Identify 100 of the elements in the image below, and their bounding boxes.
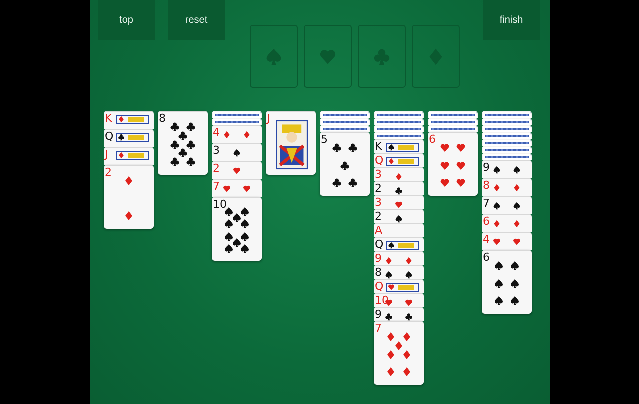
playing-card[interactable]: 7: [212, 179, 262, 197]
spade-icon: [510, 261, 520, 272]
card-back[interactable]: [482, 111, 532, 118]
club-icon: [332, 143, 342, 154]
spade-icon: [494, 278, 504, 288]
game-button[interactable]: top: [98, 0, 155, 40]
face-card-picture: [276, 120, 308, 170]
card-rank: 9: [375, 253, 382, 265]
card-back[interactable]: [428, 111, 478, 118]
spade-icon: [388, 144, 395, 151]
game-button[interactable]: reset: [168, 0, 225, 40]
card-back[interactable]: [320, 111, 370, 118]
playing-card[interactable]: 9: [482, 160, 532, 178]
heart-icon: [513, 238, 521, 246]
playing-card[interactable]: 6: [482, 250, 532, 314]
playing-card[interactable]: 7: [374, 321, 424, 385]
spade-icon: [493, 202, 501, 210]
card-back[interactable]: [482, 132, 532, 139]
playing-card[interactable]: 2: [104, 165, 154, 229]
club-icon: [186, 140, 196, 150]
spade-icon: [513, 166, 521, 174]
card-back[interactable]: [374, 111, 424, 118]
playing-card[interactable]: J: [104, 147, 154, 165]
spade-icon: [513, 202, 521, 210]
heart-icon: [388, 284, 395, 291]
card-back[interactable]: [482, 118, 532, 125]
card-rank: 7: [213, 181, 220, 193]
playing-card[interactable]: 4: [482, 232, 532, 250]
diamond-icon: [402, 332, 412, 342]
spade-icon: [224, 232, 234, 242]
card-back[interactable]: [374, 118, 424, 125]
card-back[interactable]: [482, 153, 532, 160]
card-back[interactable]: [212, 111, 262, 118]
playing-card[interactable]: 9: [374, 307, 424, 321]
club-icon: [186, 156, 196, 167]
heart-icon: [223, 185, 231, 193]
card-back[interactable]: [482, 125, 532, 132]
card-rank: Q: [375, 239, 384, 251]
playing-card[interactable]: 2: [374, 209, 424, 223]
card-back[interactable]: [374, 132, 424, 139]
playing-card[interactable]: 3: [212, 143, 262, 161]
playing-card[interactable]: 3: [374, 195, 424, 209]
club-icon: [340, 160, 350, 170]
card-back[interactable]: [320, 118, 370, 125]
card-rank: 2: [105, 167, 112, 179]
playing-card[interactable]: K: [374, 139, 424, 153]
card-rank: 7: [483, 198, 490, 210]
card-back[interactable]: [374, 125, 424, 132]
club-icon: [395, 187, 403, 195]
card-back[interactable]: [482, 139, 532, 146]
playing-card[interactable]: 5: [320, 132, 370, 196]
heart-icon: [440, 143, 450, 154]
playing-card[interactable]: A: [374, 223, 424, 237]
spade-icon: [240, 244, 250, 254]
card-rank: 3: [375, 197, 382, 209]
heart-icon: [493, 238, 501, 246]
playing-card[interactable]: 2: [374, 181, 424, 195]
club-icon: [385, 313, 393, 321]
playing-card[interactable]: Q: [374, 237, 424, 251]
playing-card[interactable]: 2: [212, 161, 262, 179]
diamond-icon: [243, 131, 251, 139]
playing-card[interactable]: 8: [158, 111, 208, 175]
card-back[interactable]: [428, 118, 478, 125]
card-back[interactable]: [428, 125, 478, 132]
heart-icon: [456, 178, 466, 188]
card-back[interactable]: [320, 125, 370, 132]
card-rank: 6: [483, 252, 490, 264]
diamond-icon: [493, 220, 501, 228]
playing-card[interactable]: 4: [212, 125, 262, 143]
club-icon: [348, 143, 358, 154]
spade-icon: [240, 219, 250, 230]
diamond-icon: [513, 184, 521, 192]
playing-card[interactable]: 9: [374, 251, 424, 265]
playing-card[interactable]: 6: [428, 132, 478, 196]
diamond-icon: [402, 366, 412, 377]
playing-card[interactable]: 8: [374, 265, 424, 279]
heart-icon: [405, 299, 413, 307]
card-back[interactable]: [212, 118, 262, 125]
playing-card[interactable]: J: [266, 111, 316, 175]
card-back[interactable]: [482, 146, 532, 153]
playing-card[interactable]: Q: [374, 279, 424, 293]
playing-card[interactable]: K: [104, 111, 154, 129]
playing-card[interactable]: 8: [482, 178, 532, 196]
card-rank: 2: [213, 163, 220, 175]
playing-card[interactable]: 3: [374, 167, 424, 181]
playing-card[interactable]: Q: [374, 153, 424, 167]
heart-icon: [243, 185, 251, 193]
diamond-icon: [118, 152, 125, 159]
card-rank: 4: [483, 234, 490, 246]
finish-button[interactable]: finish: [483, 0, 540, 40]
card-rank: 10: [213, 199, 227, 211]
playing-card[interactable]: 6: [482, 214, 532, 232]
playing-card[interactable]: 7: [482, 196, 532, 214]
diamond-icon: [386, 350, 396, 360]
playing-card[interactable]: Q: [104, 129, 154, 147]
spade-icon: [240, 232, 250, 242]
heart-icon: [440, 160, 450, 170]
playing-card[interactable]: 10: [212, 197, 262, 261]
club-icon: [332, 178, 342, 188]
spade-icon: [388, 242, 395, 249]
